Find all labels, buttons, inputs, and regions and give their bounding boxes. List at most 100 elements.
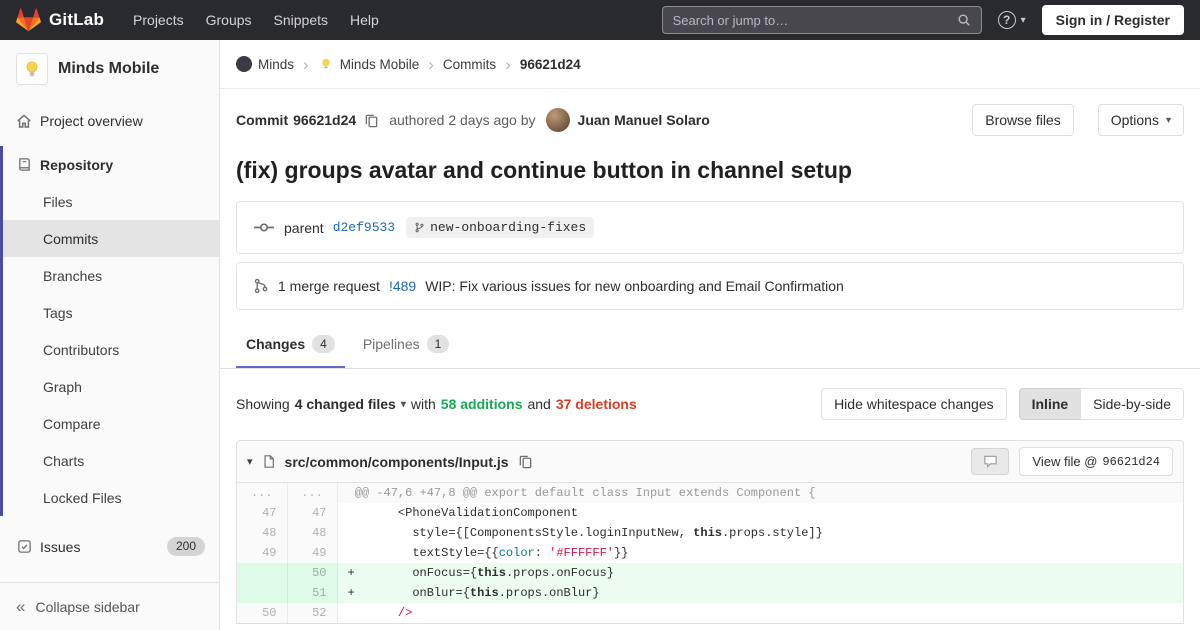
- commit-label: Commit: [236, 112, 288, 128]
- branch-name: new-onboarding-fixes: [430, 220, 586, 235]
- new-line-number[interactable]: 47: [287, 503, 337, 523]
- home-icon: [16, 113, 32, 129]
- breadcrumb-project[interactable]: Minds Mobile: [318, 56, 420, 72]
- main-nav: Projects Groups Snippets Help: [122, 4, 390, 36]
- old-line-number[interactable]: 47: [237, 503, 287, 523]
- browse-files-button[interactable]: Browse files: [972, 104, 1073, 136]
- sidebar-item-repository[interactable]: Repository: [3, 146, 219, 183]
- breadcrumb-label: Minds Mobile: [340, 57, 420, 72]
- lightbulb-icon: [319, 57, 333, 71]
- search-icon: [957, 13, 971, 27]
- sidebar-item-issues[interactable]: Issues 200: [0, 528, 219, 565]
- author-name-link[interactable]: Juan Manuel Solaro: [578, 112, 710, 128]
- sidebar-item-branches[interactable]: Branches: [3, 257, 219, 294]
- commit-tabs: Changes 4 Pipelines 1: [220, 322, 1200, 369]
- view-file-button[interactable]: View file @ 96621d24: [1019, 447, 1173, 476]
- old-line-number[interactable]: 48: [237, 523, 287, 543]
- author-avatar[interactable]: [546, 108, 570, 132]
- diff-file-actions: View file @ 96621d24: [971, 447, 1173, 476]
- nav-link-groups[interactable]: Groups: [195, 4, 263, 36]
- code-line: textStyle={{color: '#FFFFFF'}}: [337, 543, 1183, 563]
- collapse-sidebar-label: Collapse sidebar: [35, 599, 139, 615]
- search-input[interactable]: [673, 13, 957, 28]
- old-line-number[interactable]: [237, 563, 287, 583]
- tab-changes[interactable]: Changes 4: [236, 322, 345, 368]
- commit-actions: Browse files Options ▾: [972, 104, 1184, 136]
- diff-row: 51+ onBlur={this.props.onBlur}: [237, 583, 1183, 603]
- parent-sha-link[interactable]: d2ef9533: [333, 220, 395, 235]
- file-icon: [262, 454, 276, 469]
- sidebar-item-locked-files[interactable]: Locked Files: [3, 479, 219, 516]
- new-line-number[interactable]: 48: [287, 523, 337, 543]
- sidebar-item-compare[interactable]: Compare: [3, 405, 219, 442]
- sidebar-item-contributors[interactable]: Contributors: [3, 331, 219, 368]
- collapse-sidebar-button[interactable]: « Collapse sidebar: [0, 582, 219, 630]
- nav-link-projects[interactable]: Projects: [122, 4, 195, 36]
- group-avatar: [236, 56, 252, 72]
- issues-count-badge: 200: [167, 537, 205, 556]
- sidebar-project-header[interactable]: Minds Mobile: [0, 40, 219, 98]
- options-label: Options: [1111, 112, 1159, 128]
- copy-sha-button[interactable]: [364, 113, 379, 128]
- hide-whitespace-button[interactable]: Hide whitespace changes: [821, 388, 1007, 420]
- diff-stats: Showing 4 changed files ▾ with 58 additi…: [236, 396, 637, 412]
- new-line-number[interactable]: 49: [287, 543, 337, 563]
- diff-file-header: ▾ src/common/components/Input.js View fi…: [237, 441, 1183, 483]
- inline-view-button[interactable]: Inline: [1019, 388, 1082, 420]
- nav-link-snippets[interactable]: Snippets: [263, 4, 339, 36]
- new-line-number[interactable]: 52: [287, 603, 337, 623]
- collapse-diff-icon[interactable]: ▾: [247, 455, 253, 468]
- diff-file-panel: ▾ src/common/components/Input.js View fi…: [236, 440, 1184, 624]
- sidebar-item-label: Repository: [40, 157, 113, 173]
- sidebar-item-label: Branches: [43, 268, 102, 284]
- sidebar-item-graph[interactable]: Graph: [3, 368, 219, 405]
- diff-row: 5052 />: [237, 603, 1183, 623]
- new-line-number[interactable]: 51: [287, 583, 337, 603]
- branch-link[interactable]: new-onboarding-fixes: [406, 217, 594, 238]
- showing-label: Showing: [236, 396, 290, 412]
- code-line: @@ -47,6 +47,8 @@ export default class I…: [337, 483, 1183, 503]
- sidebar-item-charts[interactable]: Charts: [3, 442, 219, 479]
- diff-mode-toggle: Inline Side-by-side: [1019, 388, 1184, 420]
- issues-icon: [16, 539, 32, 555]
- chevron-down-icon: ▾: [1021, 15, 1026, 26]
- branch-icon: [414, 221, 425, 234]
- options-dropdown-button[interactable]: Options ▾: [1098, 104, 1184, 136]
- diff-file-path[interactable]: src/common/components/Input.js: [285, 454, 509, 470]
- diff-marker: [348, 606, 355, 620]
- new-line-number[interactable]: 50: [287, 563, 337, 583]
- side-by-side-view-button[interactable]: Side-by-side: [1080, 388, 1184, 420]
- copy-file-path-button[interactable]: [518, 454, 533, 469]
- mr-ref-link[interactable]: !489: [389, 278, 416, 294]
- diff-marker: [348, 486, 355, 500]
- tab-pipelines[interactable]: Pipelines 1: [353, 322, 460, 368]
- nav-link-help[interactable]: Help: [339, 4, 390, 36]
- commit-icon: [253, 221, 275, 234]
- help-dropdown[interactable]: ? ▾: [998, 11, 1026, 29]
- changed-files-dropdown[interactable]: 4 changed files ▾: [295, 396, 406, 412]
- old-line-number[interactable]: 49: [237, 543, 287, 563]
- old-line-number[interactable]: [237, 583, 287, 603]
- additions-count: 58 additions: [441, 396, 523, 412]
- breadcrumb-commits[interactable]: Commits: [443, 57, 496, 72]
- sidebar-item-files[interactable]: Files: [3, 183, 219, 220]
- sidebar-nav: Project overview Repository Files Commit…: [0, 98, 219, 582]
- sidebar-item-project-overview[interactable]: Project overview: [0, 102, 219, 139]
- chevron-right-icon: ›: [428, 56, 434, 73]
- old-line-number[interactable]: 50: [237, 603, 287, 623]
- sidebar-item-tags[interactable]: Tags: [3, 294, 219, 331]
- breadcrumb-group[interactable]: Minds: [236, 56, 294, 72]
- commit-sha[interactable]: 96621d24: [293, 112, 356, 128]
- project-name: Minds Mobile: [58, 60, 159, 78]
- gitlab-logo-link[interactable]: GitLab: [16, 8, 104, 32]
- global-search[interactable]: [662, 6, 982, 34]
- hide-whitespace-label: Hide whitespace changes: [834, 396, 994, 412]
- toggle-comments-button[interactable]: [971, 448, 1009, 475]
- sign-in-register-button[interactable]: Sign in / Register: [1042, 5, 1184, 35]
- project-avatar: [16, 53, 48, 85]
- code-line: + onBlur={this.props.onBlur}: [337, 583, 1183, 603]
- diff-summary-row: Showing 4 changed files ▾ with 58 additi…: [220, 369, 1200, 440]
- sidebar-item-commits[interactable]: Commits: [3, 220, 219, 257]
- deletions-count: 37 deletions: [556, 396, 637, 412]
- breadcrumb-current-sha: 96621d24: [520, 57, 581, 72]
